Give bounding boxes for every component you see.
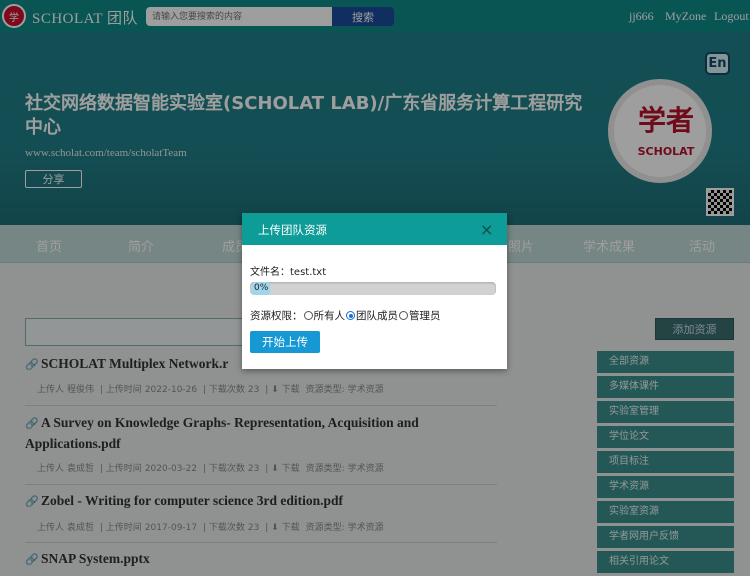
dialog-title: 上传团队资源 <box>258 223 327 237</box>
radio-everyone[interactable] <box>303 311 313 320</box>
radio-label-team-members: 团队成员 <box>356 310 398 322</box>
file-name-label: 文件名：test.txt <box>250 267 327 278</box>
progress-text: 0% <box>252 282 271 295</box>
radio-label-admin: 管理员 <box>409 310 441 322</box>
close-icon[interactable]: × <box>480 220 493 239</box>
upload-resource-dialog: 上传团队资源 × 文件名：test.txt 0% 资源权限： 所有人 团队成员 … <box>242 213 507 369</box>
permission-row: 资源权限： 所有人 团队成员 管理员 <box>250 308 441 323</box>
upload-progress-bar: 0% <box>250 282 496 295</box>
start-upload-button[interactable]: 开始上传 <box>250 331 320 353</box>
radio-label-everyone: 所有人 <box>313 310 346 322</box>
permission-label: 资源权限： <box>250 310 303 322</box>
radio-team-members[interactable] <box>346 311 355 320</box>
radio-admin[interactable] <box>399 311 408 320</box>
dialog-header: 上传团队资源 × <box>242 213 507 245</box>
